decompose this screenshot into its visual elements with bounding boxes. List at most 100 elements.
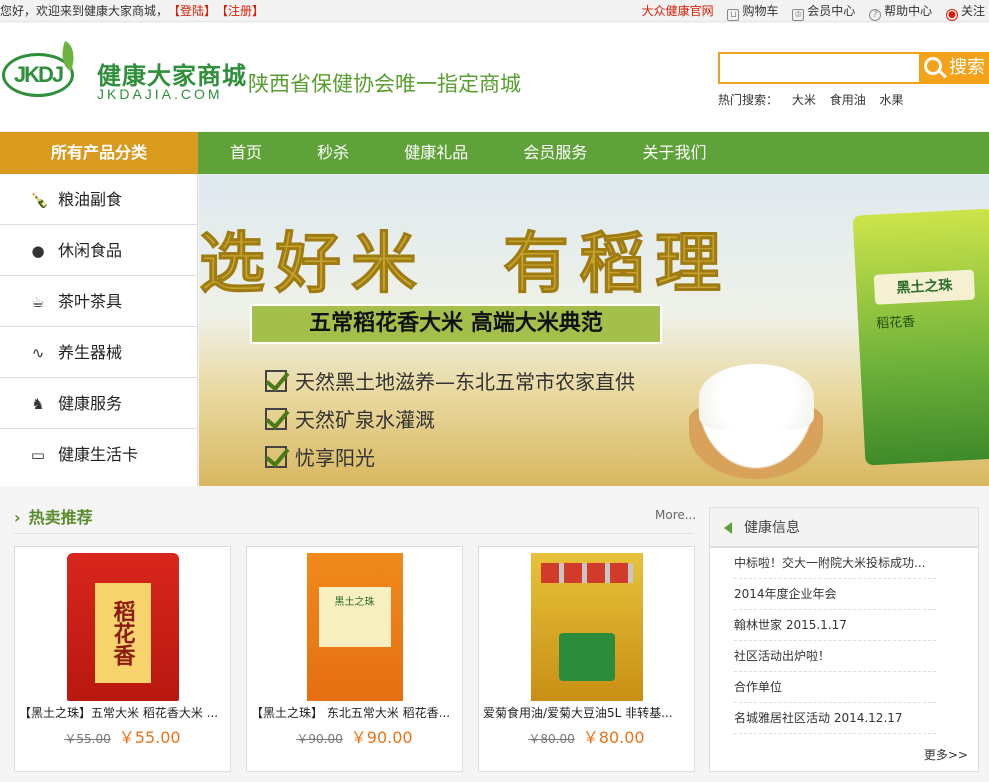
rice-bag-image: 黑土之珠 稻花香 — [852, 208, 989, 466]
banner-feature-text: 天然黑土地滋养—东北五常市农家直供 — [295, 370, 635, 394]
original-price: ￥90.00 — [296, 732, 343, 746]
product-name[interactable]: 【黑土之珠】 东北五常大米 稻花香... — [251, 704, 459, 721]
product-card[interactable]: 爱菊食用油/爱菊大豆油5L 非转基... ￥80.00 ￥80.00 — [478, 546, 695, 772]
bottle-icon: 🍾 — [30, 191, 49, 209]
search-button[interactable]: 搜索 — [919, 52, 989, 84]
hot-term-fruit[interactable]: 水果 — [880, 93, 904, 107]
more-link[interactable]: More... — [655, 508, 696, 522]
news-item[interactable]: 中标啦！交大一附院大米投标成功... — [734, 548, 936, 579]
apple-icon: ● — [31, 242, 45, 260]
banner-subtitle: 五常稻花香大米 高端大米典范 — [250, 304, 662, 344]
product-image-label: 稻花香 — [94, 583, 151, 683]
news-item[interactable]: 翰林世家 2015.1.17 — [734, 610, 936, 641]
sidebar-item-label: 茶叶茶具 — [58, 292, 123, 311]
news-more-link[interactable]: 更多>> — [924, 746, 968, 763]
product-card[interactable]: 稻花香 【黑土之珠】五常大米 稻花香大米 ... ￥55.00 ￥55.00 — [14, 546, 231, 772]
sale-price: ￥55.00 — [118, 728, 181, 747]
search-icon — [924, 57, 942, 75]
nav-health-gifts[interactable]: 健康礼品 — [404, 143, 468, 162]
product-name[interactable]: 【黑土之珠】五常大米 稻花香大米 ... — [19, 704, 227, 721]
product-image[interactable]: 稻花香 — [66, 553, 179, 701]
bag-variety: 稻花香 — [875, 314, 916, 332]
top-links: 大众健康官网 ⊔ 购物车 ♔ 会员中心 ? 帮助中心 ● 关注 — [642, 0, 985, 22]
banner-feature-text: 忧享阳光 — [295, 446, 375, 470]
help-label: 帮助中心 — [884, 4, 933, 18]
banner-feature-text: 天然矿泉水灌溉 — [295, 408, 435, 432]
top-bar: 您好，欢迎来到健康大家商城， 【登陆】 【注册】 大众健康官网 ⊔ 购物车 ♔ 会员中心… — [0, 0, 989, 22]
sidebar-item-devices[interactable]: ∿ 养生器械 — [0, 327, 197, 378]
member-link[interactable]: ♔ 会员中心 — [792, 4, 855, 21]
news-item[interactable]: 合作单位 — [734, 672, 936, 703]
promo-banner[interactable]: 选好米 有稻理 五常稻花香大米 高端大米典范 天然黑土地滋养—东北五常市农家直供… — [199, 174, 989, 486]
checkbox-icon — [265, 408, 287, 430]
nav-member-service[interactable]: 会员服务 — [523, 143, 587, 162]
welcome-text: 您好，欢迎来到健康大家商城， — [0, 4, 169, 18]
hot-products-title: › 热卖推荐 — [14, 504, 93, 528]
product-image[interactable]: 黑土之珠 — [306, 553, 403, 701]
hot-products-title-text: 热卖推荐 — [28, 508, 93, 527]
cart-icon: ⊔ — [727, 9, 740, 21]
welcome-area: 您好，欢迎来到健康大家商城， 【登陆】 【注册】 — [0, 0, 264, 22]
sidebar-item-label: 休闲食品 — [58, 241, 123, 260]
category-sidebar: 🍾 粮油副食 ● 休闲食品 ☕ 茶叶茶具 ∿ 养生器械 ♞ 健康服务 ▭ 健康生… — [0, 174, 198, 486]
follow-label: 关注 — [960, 4, 985, 18]
sidebar-item-health-service[interactable]: ♞ 健康服务 — [0, 378, 197, 429]
hot-term-rice[interactable]: 大米 — [792, 93, 816, 107]
sidebar-item-snacks[interactable]: ● 休闲食品 — [0, 225, 197, 276]
sidebar-item-label: 粮油副食 — [58, 190, 123, 209]
hot-term-oil[interactable]: 食用油 — [830, 93, 866, 107]
original-price: ￥80.00 — [528, 732, 575, 746]
bottle-caps — [540, 563, 633, 583]
follow-link[interactable]: ● 关注 — [945, 4, 985, 21]
original-price: ￥55.00 — [64, 732, 111, 746]
nav-links: 首页 秒杀 健康礼品 会员服务 关于我们 — [230, 132, 756, 174]
register-link[interactable]: 【注册】 — [222, 4, 264, 18]
bag-brand: 黑土之珠 — [873, 269, 976, 305]
search-button-label: 搜索 — [949, 57, 985, 78]
header: JKDJ 健康大家商城 JKDAJIA.COM 陕西省保健协会唯一指定商城 搜索… — [0, 23, 989, 131]
product-prices: ￥55.00 ￥55.00 — [15, 724, 230, 748]
product-prices: ￥90.00 ￥90.00 — [247, 724, 462, 748]
tea-icon: ☕ — [31, 293, 45, 311]
crown-icon: ♔ — [792, 9, 805, 21]
banner-feature: 天然矿泉水灌溉 — [265, 404, 435, 433]
nav-home[interactable]: 首页 — [230, 143, 262, 162]
product-prices: ￥80.00 ￥80.00 — [479, 724, 694, 748]
sidebar-item-health-card[interactable]: ▭ 健康生活卡 — [0, 429, 197, 480]
news-item[interactable]: 2014年度企业年会 — [734, 579, 936, 610]
weibo-icon: ● — [945, 9, 958, 21]
nav-flash-sale[interactable]: 秒杀 — [317, 143, 349, 162]
help-icon: ? — [869, 9, 882, 21]
official-site-link[interactable]: 大众健康官网 — [642, 4, 714, 18]
product-image[interactable] — [530, 553, 643, 701]
hot-search-label: 热门搜索： — [718, 93, 779, 107]
cart-link[interactable]: ⊔ 购物车 — [727, 4, 778, 21]
product-card[interactable]: 黑土之珠 【黑土之珠】 东北五常大米 稻花香... ￥90.00 ￥90.00 — [246, 546, 463, 772]
sidebar-item-tea[interactable]: ☕ 茶叶茶具 — [0, 276, 197, 327]
news-list: 中标啦！交大一附院大米投标成功... 2014年度企业年会 翰林世家 2015.… — [710, 548, 978, 734]
sidebar-item-label: 养生器械 — [58, 343, 123, 362]
login-link[interactable]: 【登陆】 — [174, 4, 216, 18]
help-link[interactable]: ? 帮助中心 — [869, 4, 933, 21]
health-service-icon: ♞ — [31, 395, 45, 413]
rice-image — [699, 364, 814, 430]
banner-feature: 忧享阳光 — [265, 442, 375, 471]
nav-about-us[interactable]: 关于我们 — [642, 143, 706, 162]
chevron-right-icon: › — [14, 508, 21, 527]
search-input[interactable] — [718, 52, 920, 84]
main-nav: 所有产品分类 首页 秒杀 健康礼品 会员服务 关于我们 — [0, 132, 989, 174]
checkbox-icon — [265, 446, 287, 468]
checkbox-icon — [265, 370, 287, 392]
banner-headline: 选好米 有稻理 — [199, 225, 731, 303]
sidebar-item-grain-oil[interactable]: 🍾 粮油副食 — [0, 174, 197, 225]
news-title: 健康信息 — [744, 520, 800, 536]
product-name[interactable]: 爱菊食用油/爱菊大豆油5L 非转基... — [483, 704, 691, 721]
all-categories-button[interactable]: 所有产品分类 — [0, 132, 198, 174]
news-item[interactable]: 名城雅居社区活动 2014.12.17 — [734, 703, 936, 734]
divider — [14, 533, 694, 534]
hot-search: 热门搜索： 大米 食用油 水果 — [718, 91, 914, 108]
logo-domain: JKDAJIA.COM — [97, 86, 223, 102]
news-item[interactable]: 社区活动出炉啦！ — [734, 641, 936, 672]
sidebar-item-label: 健康服务 — [58, 394, 123, 413]
news-header: 健康信息 — [710, 508, 978, 548]
